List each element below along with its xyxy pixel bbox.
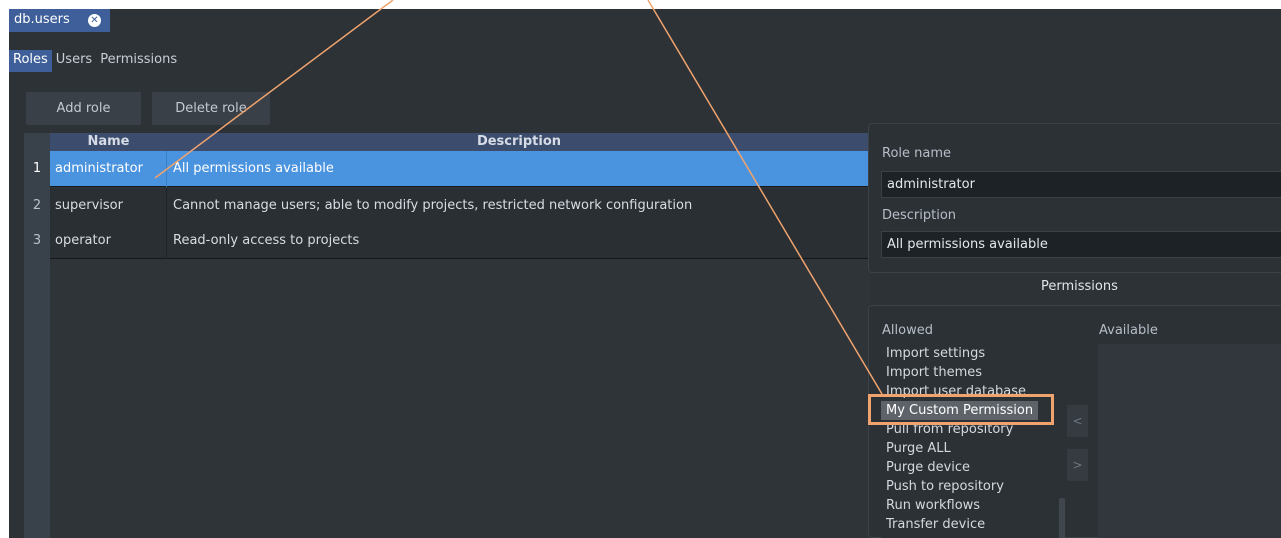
roles-table: Name Description 1 administrator All per…: [24, 133, 871, 538]
document-tab-bar: db.users ✕: [9, 9, 1281, 32]
role-description-cell[interactable]: Cannot manage users; able to modify proj…: [168, 188, 871, 224]
column-header-description[interactable]: Description: [167, 134, 871, 149]
permissions-heading: Permissions: [1041, 279, 1118, 294]
row-number: 2: [32, 198, 42, 213]
document-tab[interactable]: db.users ✕: [9, 9, 110, 32]
row-number: 3: [32, 233, 42, 248]
list-item[interactable]: Import themes: [881, 363, 1060, 382]
table-row[interactable]: 3 operator Read-only access to projects: [24, 223, 871, 259]
delete-role-button[interactable]: Delete role: [152, 92, 270, 125]
document-tab-label: db.users: [14, 12, 70, 27]
description-label: Description: [882, 208, 957, 223]
column-header-name[interactable]: Name: [50, 134, 167, 149]
list-item[interactable]: Import settings: [881, 344, 1060, 363]
close-tab-icon[interactable]: ✕: [88, 14, 101, 27]
description-field[interactable]: All permissions available: [881, 231, 1281, 258]
tab-users[interactable]: Users: [52, 50, 96, 72]
role-description-cell[interactable]: Read-only access to projects: [168, 223, 871, 259]
role-name-label: Role name: [882, 146, 952, 161]
role-name-cell[interactable]: operator: [50, 223, 167, 259]
table-header: Name Description: [50, 133, 871, 151]
list-item[interactable]: Push to repository: [881, 477, 1060, 496]
view-tabs: Roles Users Permissions: [9, 50, 181, 72]
move-right-button[interactable]: >: [1067, 449, 1088, 481]
app-window: db.users ✕ Roles Users Permissions Add r…: [9, 9, 1281, 538]
tab-permissions[interactable]: Permissions: [96, 50, 181, 72]
role-name-field[interactable]: administrator: [881, 171, 1281, 198]
available-permissions-list[interactable]: [1098, 344, 1281, 538]
role-name-cell[interactable]: supervisor: [50, 188, 167, 224]
role-name-cell[interactable]: administrator: [50, 151, 167, 187]
allowed-label: Allowed: [882, 323, 933, 338]
role-description-cell[interactable]: All permissions available: [168, 151, 871, 187]
table-row[interactable]: 2 supervisor Cannot manage users; able t…: [24, 188, 871, 224]
list-item[interactable]: Transfer device: [881, 515, 1060, 534]
role-details-panel: Role name administrator Description All …: [868, 123, 1281, 273]
available-label: Available: [1099, 323, 1158, 338]
allowed-list-scrollbar[interactable]: [1059, 498, 1065, 538]
add-role-button[interactable]: Add role: [26, 92, 141, 125]
list-item[interactable]: Purge ALL: [881, 439, 1060, 458]
row-number: 1: [32, 161, 42, 176]
table-row[interactable]: 1 administrator All permissions availabl…: [24, 151, 871, 187]
callout-highlight-box: [868, 394, 1054, 425]
list-item[interactable]: Run workflows: [881, 496, 1060, 515]
list-item[interactable]: Purge device: [881, 458, 1060, 477]
tab-roles[interactable]: Roles: [9, 50, 52, 72]
allowed-permissions-list[interactable]: Import settings Import themes Import use…: [881, 344, 1065, 538]
move-left-button[interactable]: <: [1067, 405, 1088, 437]
